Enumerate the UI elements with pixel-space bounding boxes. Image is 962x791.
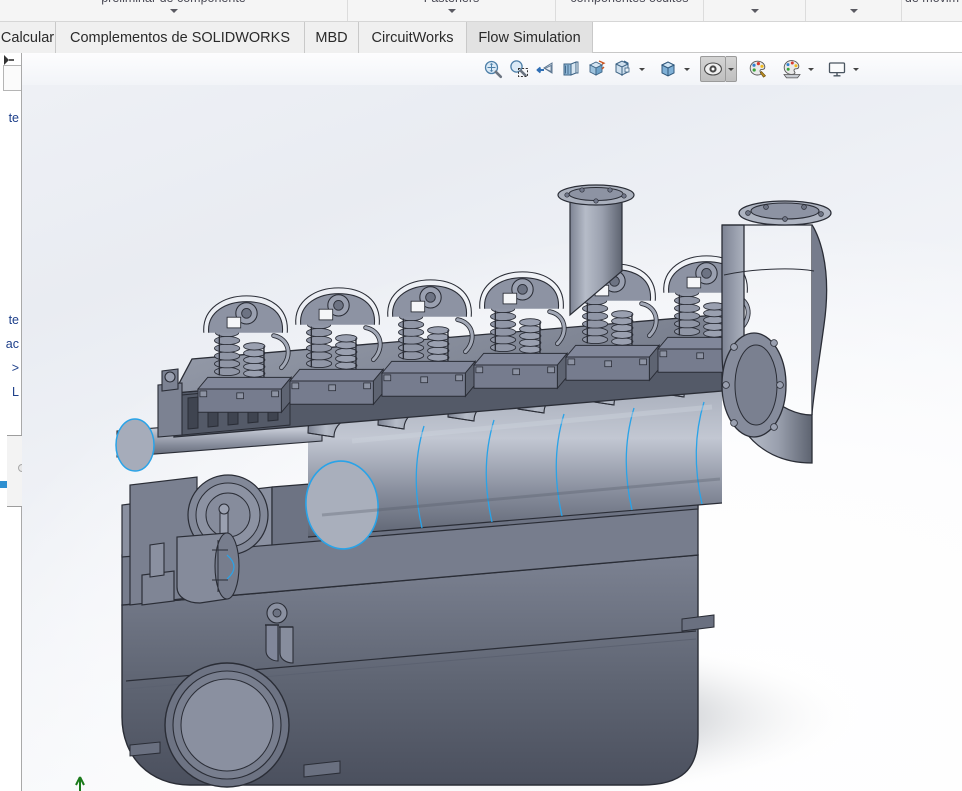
ribbon-group-label: de movim <box>902 0 962 5</box>
ribbon-group-label: Fasteners <box>348 0 555 5</box>
tab-label: Complementos de SOLIDWORKS <box>70 29 290 46</box>
ribbon-group-0[interactable]: preliminar de componente <box>0 0 348 21</box>
view-settings-dropdown-caret[interactable] <box>805 56 816 82</box>
apply-scene-icon[interactable] <box>745 56 771 82</box>
ribbon-group-3[interactable] <box>704 0 806 21</box>
axis-triad <box>58 761 104 791</box>
solidworks-window: preliminar de componente Fasteners compo… <box>0 0 962 791</box>
view-orientation-icon[interactable] <box>584 56 610 82</box>
display-style-icon[interactable] <box>610 56 636 82</box>
panel-input-box[interactable] <box>3 65 21 91</box>
hide-show-items-icon[interactable] <box>655 56 681 82</box>
ribbon-group-1[interactable]: Fasteners <box>348 0 556 21</box>
previous-view-icon[interactable] <box>532 56 558 82</box>
ribbon-tab-strip: Calcular Complementos de SOLIDWORKS MBD … <box>0 22 962 53</box>
tab-flow-simulation[interactable]: Flow Simulation <box>467 22 593 53</box>
tab-complementos-solidworks[interactable]: Complementos de SOLIDWORKS <box>56 22 305 53</box>
front-damper-housing <box>164 662 290 788</box>
display-style-dropdown-caret[interactable] <box>636 56 647 82</box>
section-view-icon[interactable] <box>558 56 584 82</box>
tab-mbd[interactable]: MBD <box>305 22 359 53</box>
tab-circuitworks[interactable]: CircuitWorks <box>359 22 467 53</box>
ribbon-group-label: componentes ocultos <box>556 0 703 5</box>
zoom-to-fit-icon[interactable] <box>480 56 506 82</box>
chevron-down-icon[interactable] <box>750 9 759 13</box>
tree-item-fragment[interactable]: te <box>9 313 19 327</box>
chevron-down-icon[interactable] <box>169 9 178 13</box>
tree-item-fragment[interactable]: L <box>12 385 19 399</box>
view-settings-icon[interactable] <box>779 56 805 82</box>
viewport-layout-icon[interactable] <box>824 56 850 82</box>
tab-label: CircuitWorks <box>371 29 454 46</box>
edit-appearance-icon[interactable] <box>700 56 726 82</box>
engine-assembly-model[interactable] <box>22 85 962 791</box>
zoom-to-area-icon[interactable] <box>506 56 532 82</box>
ribbon-group-4[interactable] <box>806 0 902 21</box>
tree-item-fragment[interactable]: te <box>9 111 19 125</box>
tab-label: Flow Simulation <box>478 29 581 46</box>
chevron-down-icon[interactable] <box>447 9 456 13</box>
viewport-layout-dropdown-caret[interactable] <box>850 56 861 82</box>
ribbon-group-label: preliminar de componente <box>0 0 347 5</box>
tree-item-fragment[interactable]: ac <box>6 337 19 351</box>
edit-appearance-dropdown-caret[interactable] <box>726 56 737 82</box>
ribbon-group-2[interactable]: componentes ocultos <box>556 0 704 21</box>
heads-up-view-toolbar <box>0 53 962 107</box>
ribbon-command-row: preliminar de componente Fasteners compo… <box>0 0 962 22</box>
tab-label: Calcular <box>0 29 55 46</box>
graphics-area[interactable] <box>22 85 962 791</box>
tab-label: MBD <box>315 29 348 46</box>
front-gear-bracket <box>157 368 183 438</box>
ribbon-group-5[interactable]: de movim <box>902 0 962 21</box>
tab-calcular[interactable]: Calcular <box>0 22 56 53</box>
exhaust-outlet-elbow <box>721 200 832 464</box>
feature-manager-panel[interactable]: te te ac > L <box>0 53 22 791</box>
tree-item-fragment[interactable]: > <box>12 361 19 375</box>
panel-expand-icon[interactable] <box>1 53 15 65</box>
chevron-down-icon[interactable] <box>849 9 858 13</box>
pump-housing <box>176 532 240 604</box>
hide-show-items-dropdown-caret[interactable] <box>681 56 692 82</box>
